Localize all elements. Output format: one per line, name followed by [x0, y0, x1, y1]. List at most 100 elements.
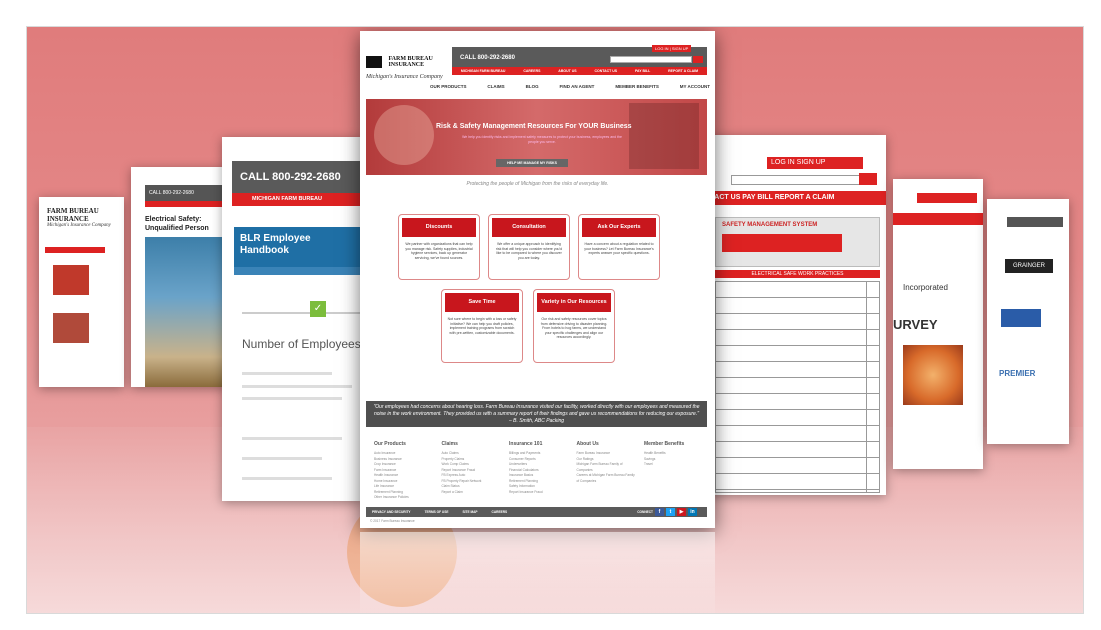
- text-line: [242, 372, 332, 375]
- search-input: [731, 175, 871, 185]
- login-signup-link[interactable]: LOG IN | SIGN UP: [652, 45, 692, 52]
- footer-link[interactable]: Michigan Farm Bureau Family of Companies: [577, 462, 637, 473]
- panel-title: SAFETY MANAGEMENT SYSTEM: [722, 222, 818, 228]
- text-line: [242, 437, 342, 440]
- card-consultation[interactable]: Consultation We offer a unique approach …: [488, 214, 570, 280]
- header-bar: [1007, 217, 1063, 227]
- footer-link[interactable]: Other Insurance Policies: [374, 495, 434, 501]
- card-ask-experts[interactable]: Ask Our Experts Have a concern about a r…: [578, 214, 660, 280]
- red-bar: [45, 247, 105, 253]
- footer-column-about: About Us Farm Bureau Insurance Our Ratin…: [577, 441, 637, 501]
- thumbnail-image: [903, 345, 963, 405]
- card-title: Ask Our Experts: [582, 218, 656, 237]
- footer-link[interactable]: Careers at Michigan Farm Bureau Family o…: [577, 473, 637, 484]
- red-nav: [893, 213, 983, 225]
- screenshot-frame: FARM BUREAU INSURANCE Michigan's Insuran…: [0, 0, 1101, 630]
- footer-heading: Insurance 101: [509, 441, 543, 447]
- main-page-reflection: [360, 532, 715, 613]
- page-thumbnail-third: CALL 800-292-2680 MICHIGAN FARM BUREAU B…: [222, 137, 362, 501]
- nav-careers[interactable]: CAREERS: [523, 69, 540, 73]
- farm-bureau-logo[interactable]: FARM BUREAU INSURANCE Michigan's Insuran…: [366, 53, 446, 80]
- video-still-image: [145, 237, 226, 387]
- nav-my-account[interactable]: MY ACCOUNT: [680, 84, 710, 89]
- card-save-time[interactable]: Save Time Not sure where to begin with a…: [441, 289, 523, 363]
- card-title: Variety in Our Resources: [537, 293, 611, 312]
- red-bar: [145, 201, 226, 207]
- text-line: [242, 397, 342, 400]
- checklist-table: [715, 281, 880, 493]
- footer-heading: About Us: [576, 441, 599, 447]
- testimonial-quote: "Our employees had concerns about hearin…: [366, 401, 707, 427]
- main-page: FARM BUREAU INSURANCE Michigan's Insuran…: [360, 31, 715, 528]
- nav-claims[interactable]: CLAIMS: [487, 84, 504, 89]
- hero-image-left: [374, 105, 434, 165]
- social-links: f t ▶ in: [655, 508, 697, 516]
- go-button: [859, 173, 877, 185]
- top-red-nav: MICHIGAN FARM BUREAU CAREERS ABOUT US CO…: [452, 67, 707, 75]
- footer-heading: Member Benefits: [644, 441, 685, 447]
- nav-member-benefits[interactable]: MEMBER BENEFITS: [615, 84, 659, 89]
- card-body: We offer a unique approach to identifyin…: [495, 242, 563, 260]
- nav-contact-us[interactable]: CONTACT US: [594, 69, 617, 73]
- hero-subtitle: We help you identify risks and implement…: [462, 135, 622, 144]
- blr-nav: [234, 267, 362, 275]
- text-fragment: Incorporated: [903, 283, 948, 292]
- facebook-icon[interactable]: f: [655, 508, 664, 516]
- manage-risks-button[interactable]: HELP ME MANAGE MY RISKS: [496, 159, 568, 167]
- page-thumbnail-far-left: FARM BUREAU INSURANCE Michigan's Insuran…: [39, 197, 124, 387]
- card-variety-resources[interactable]: Variety in Our Resources Our risk and sa…: [533, 289, 615, 363]
- footer-link[interactable]: Travel: [644, 462, 704, 468]
- nav-michigan-farm-bureau[interactable]: MICHIGAN FARM BUREAU: [461, 69, 506, 73]
- search-button[interactable]: [693, 56, 703, 63]
- card-discounts[interactable]: Discounts We partner with organizations …: [398, 214, 480, 280]
- nav-report-claim[interactable]: REPORT A CLAIM: [668, 69, 698, 73]
- page-thumbnail-far-right: GRAINGER PREMIER: [987, 199, 1069, 444]
- footer-heading: Our Products: [374, 441, 406, 447]
- card-body: Have a concern about a regulation relate…: [584, 242, 654, 256]
- panel-banner: [722, 234, 842, 252]
- card-title: Discounts: [402, 218, 476, 237]
- footer-column-insurance-101: Insurance 101 Billings and Payments Cons…: [509, 441, 569, 501]
- card-body: Our risk and safety resources cover topi…: [540, 317, 608, 340]
- hero-image-right: [629, 103, 699, 169]
- fb-logo-icon: [366, 55, 382, 68]
- logo-tagline: Michigan's Insurance Company: [366, 74, 443, 80]
- thumbnail-image: [53, 265, 89, 295]
- logo-name-line2: INSURANCE: [388, 61, 425, 68]
- phone-number[interactable]: CALL 800-292-2680: [460, 55, 515, 61]
- footer-column-member-benefits: Member Benefits Health Benefits Savings …: [644, 441, 704, 501]
- twitter-icon[interactable]: t: [666, 508, 675, 516]
- footer-heading: Claims: [441, 441, 458, 447]
- red-nav: CONTACT US PAY BILL REPORT A CLAIM: [691, 191, 886, 205]
- search-input[interactable]: [610, 56, 692, 63]
- hero-banner: Risk & Safety Management Resources For Y…: [366, 99, 707, 175]
- thumbnail-image: [53, 313, 89, 343]
- careers-link[interactable]: CAREERS: [492, 510, 508, 514]
- video-caption: Electrical Safety: Unqualified Person: [145, 216, 209, 232]
- progress-line: [242, 312, 362, 314]
- blr-handbook-banner: BLR Employee Handbook: [234, 227, 362, 267]
- privacy-link[interactable]: PRIVACY AND SECURITY: [372, 510, 411, 514]
- youtube-icon[interactable]: ▶: [677, 508, 686, 516]
- linkedin-icon[interactable]: in: [688, 508, 697, 516]
- footer-link[interactable]: Report a Claim: [442, 490, 502, 496]
- nav-pay-bill[interactable]: PAY BILL: [635, 69, 650, 73]
- nav-our-products[interactable]: OUR PRODUCTS: [430, 84, 467, 89]
- nav-blog[interactable]: BLOG: [526, 84, 539, 89]
- sitemap-link[interactable]: SITE MAP: [462, 510, 477, 514]
- footer-link[interactable]: Report Insurance Fraud: [509, 490, 569, 496]
- nav-find-agent[interactable]: FIND AN AGENT: [559, 84, 594, 89]
- terms-link[interactable]: TERMS OF USE: [425, 510, 449, 514]
- nav-about-us[interactable]: ABOUT US: [558, 69, 576, 73]
- tagline: Protecting the people of Michigan from t…: [466, 181, 609, 187]
- phone-header: CALL 800-292-2680: [232, 161, 362, 193]
- text-line: [242, 385, 352, 388]
- card-body: Not sure where to begin with a loss or s…: [447, 317, 517, 335]
- login-bar: [917, 193, 977, 203]
- red-bar: MICHIGAN FARM BUREAU: [232, 193, 362, 206]
- logo-tagline: Michigan's Insurance Company: [47, 223, 111, 228]
- footer-column-products: Our Products Auto Insurance Business Ins…: [374, 441, 434, 501]
- section-heading: Number of Employees: [242, 337, 361, 351]
- hero-title: Risk & Safety Management Resources For Y…: [436, 123, 632, 130]
- main-nav: OUR PRODUCTS CLAIMS BLOG FIND AN AGENT M…: [430, 84, 710, 89]
